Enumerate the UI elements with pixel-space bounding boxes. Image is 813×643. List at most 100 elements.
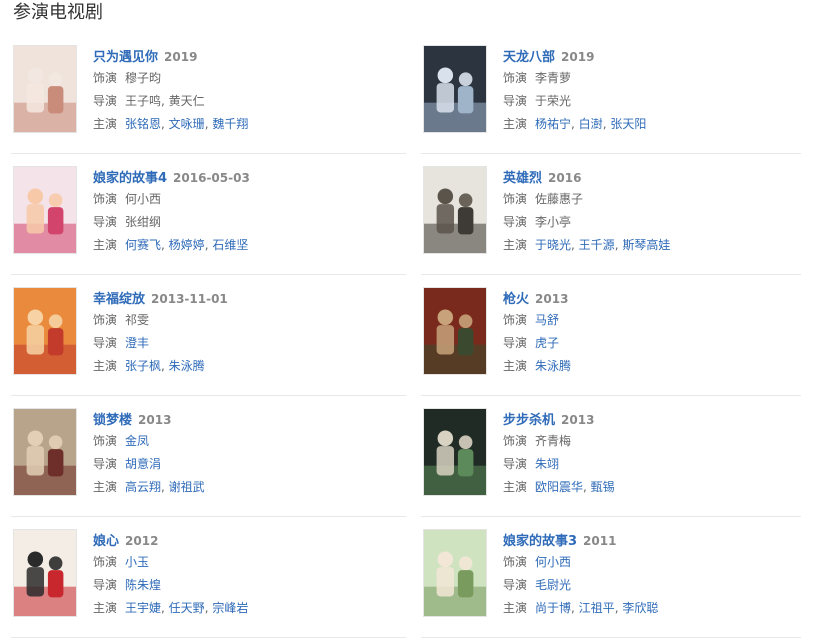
cast-link[interactable]: 江祖平 (579, 601, 615, 615)
row-divider (11, 395, 406, 396)
series-title-link[interactable]: 只为遇见你 (93, 50, 158, 65)
series-title-link[interactable]: 天龙八部 (503, 50, 555, 65)
cast-row: 主演 何赛飞, 杨婷婷, 石维坚 (93, 234, 403, 257)
poster-image[interactable] (13, 45, 77, 133)
cast-link[interactable]: 张子枫 (125, 359, 161, 373)
series-title-link[interactable]: 娘家的故事3 (503, 534, 577, 549)
role-label: 饰演 (503, 313, 528, 327)
series-title-link[interactable]: 娘心 (93, 534, 119, 549)
cast-link[interactable]: 石维坚 (212, 238, 248, 252)
cast-link[interactable]: 何赛飞 (125, 238, 161, 252)
cast-link[interactable]: 白澍 (579, 117, 603, 131)
director-label: 导演 (503, 578, 528, 592)
series-title-line: 只为遇见你 2019 (93, 45, 403, 67)
series-title-link[interactable]: 枪火 (503, 292, 529, 307)
role-label: 饰演 (93, 71, 118, 85)
cast-label: 主演 (93, 117, 118, 131)
cast-link[interactable]: 斯琴高娃 (622, 238, 670, 252)
series-year: 2013-11-01 (151, 292, 228, 306)
poster-image[interactable] (13, 408, 77, 496)
cast-label: 主演 (93, 238, 118, 252)
poster-image[interactable] (13, 529, 77, 617)
role-row: 饰演 小玉 (93, 551, 403, 574)
poster-image[interactable] (13, 287, 77, 375)
director-row: 导演 毛尉光 (503, 574, 813, 597)
director-link[interactable]: 毛尉光 (535, 578, 571, 592)
series-year: 2012 (125, 534, 159, 548)
role-name: 佐藤惠子 (535, 192, 584, 206)
director-link[interactable]: 朱翊 (535, 457, 559, 471)
separator: , (161, 94, 169, 108)
director-link[interactable]: 虎子 (535, 336, 559, 350)
series-year: 2016 (548, 171, 582, 185)
poster-image[interactable] (423, 45, 487, 133)
poster-image[interactable] (423, 287, 487, 375)
role-link[interactable]: 何小西 (535, 555, 571, 569)
series-title-link[interactable]: 锁梦楼 (93, 413, 132, 428)
director-name: 于荣光 (535, 94, 572, 108)
tv-series-card: 锁梦楼 2013 饰演 金凤 导演 胡意涓 主演 高云翔, 谢祖武 (13, 408, 403, 508)
poster-image[interactable] (423, 529, 487, 617)
separator: , (571, 117, 579, 131)
director-link[interactable]: 陈朱煌 (125, 578, 161, 592)
director-label: 导演 (93, 457, 118, 471)
series-year: 2013 (535, 292, 569, 306)
cast-link[interactable]: 宗峰岩 (212, 601, 248, 615)
series-year: 2011 (583, 534, 617, 548)
role-row: 饰演 何小西 (503, 551, 813, 574)
cast-link[interactable]: 尚于博 (535, 601, 571, 615)
role-link[interactable]: 马舒 (535, 313, 559, 327)
row-divider (11, 516, 406, 517)
role-link[interactable]: 金凤 (125, 434, 149, 448)
cast-link[interactable]: 文咏珊 (169, 117, 205, 131)
cast-link[interactable]: 高云翔 (125, 480, 161, 494)
director-row: 导演 陈朱煌 (93, 574, 403, 597)
role-link[interactable]: 小玉 (125, 555, 149, 569)
cast-link[interactable]: 杨婷婷 (169, 238, 205, 252)
director-link[interactable]: 胡意涓 (125, 457, 161, 471)
director-label: 导演 (93, 215, 118, 229)
cast-link[interactable]: 魏千翔 (212, 117, 248, 131)
cast-label: 主演 (503, 117, 528, 131)
tv-series-grid: 只为遇见你 2019 饰演 穆子昀 导演 王子鸣, 黄天仁 主演 张铭恩, 文咏珊, 魏千翔天… (0, 0, 813, 643)
director-row: 导演 李小亭 (503, 211, 813, 234)
separator: , (161, 359, 169, 373)
series-title-link[interactable]: 英雄烈 (503, 171, 542, 186)
cast-link[interactable]: 张铭恩 (125, 117, 161, 131)
row-divider (421, 637, 801, 638)
director-label: 导演 (93, 578, 118, 592)
separator: , (161, 238, 169, 252)
director-label: 导演 (93, 94, 118, 108)
series-title-link[interactable]: 幸福绽放 (93, 292, 145, 307)
series-info: 英雄烈 2016 饰演 佐藤惠子 导演 李小亭 主演 于晓光, 王千源, 斯琴高娃 (503, 166, 813, 257)
cast-link[interactable]: 杨祐宁 (535, 117, 571, 131)
cast-link[interactable]: 甄锡 (591, 480, 615, 494)
role-label: 饰演 (93, 555, 118, 569)
poster-image[interactable] (423, 166, 487, 254)
director-link[interactable]: 澄丰 (125, 336, 149, 350)
poster-image[interactable] (423, 408, 487, 496)
cast-link[interactable]: 王千源 (579, 238, 615, 252)
role-row: 饰演 佐藤惠子 (503, 188, 813, 211)
cast-link[interactable]: 欧阳震华 (535, 480, 583, 494)
tv-series-card: 步步杀机 2013 饰演 齐青梅 导演 朱翊 主演 欧阳震华, 甄锡 (423, 408, 813, 508)
role-row: 饰演 李青萝 (503, 67, 813, 90)
cast-link[interactable]: 于晓光 (535, 238, 571, 252)
series-year: 2019 (164, 50, 198, 64)
cast-link[interactable]: 朱泳腾 (169, 359, 205, 373)
cast-row: 主演 欧阳震华, 甄锡 (503, 476, 813, 499)
cast-link[interactable]: 谢祖武 (169, 480, 205, 494)
series-title-link[interactable]: 娘家的故事4 (93, 171, 167, 186)
cast-link[interactable]: 张天阳 (610, 117, 646, 131)
cast-row: 主演 于晓光, 王千源, 斯琴高娃 (503, 234, 813, 257)
series-title-link[interactable]: 步步杀机 (503, 413, 555, 428)
poster-image[interactable] (13, 166, 77, 254)
role-name: 穆子昀 (125, 71, 162, 85)
cast-link[interactable]: 朱泳腾 (535, 359, 571, 373)
director-row: 导演 澄丰 (93, 332, 403, 355)
director-label: 导演 (503, 336, 528, 350)
cast-link[interactable]: 王宇婕 (125, 601, 161, 615)
cast-link[interactable]: 任天野 (169, 601, 205, 615)
cast-link[interactable]: 李欣聪 (622, 601, 658, 615)
tv-series-card: 只为遇见你 2019 饰演 穆子昀 导演 王子鸣, 黄天仁 主演 张铭恩, 文咏珊, 魏千翔 (13, 45, 403, 145)
